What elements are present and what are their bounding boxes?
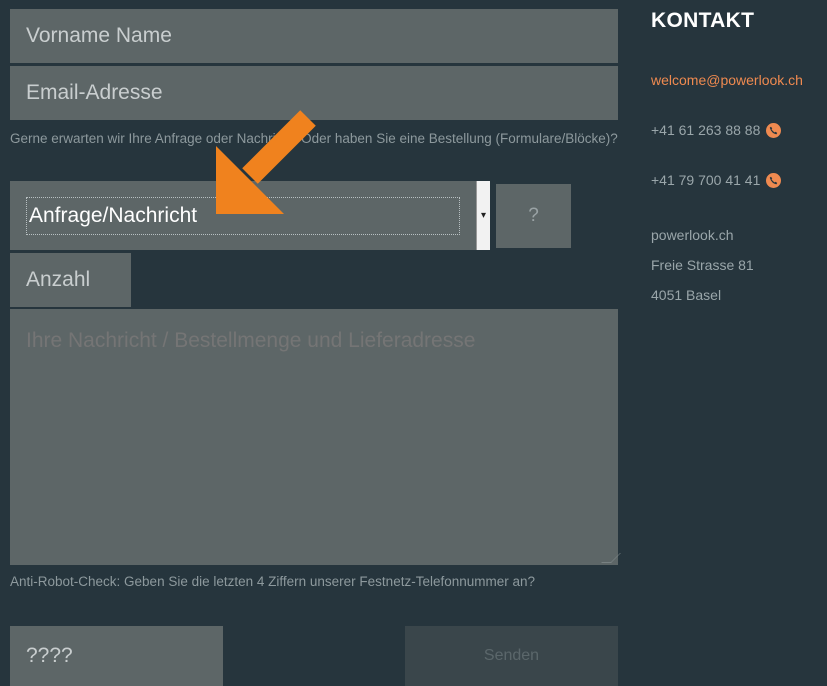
select-arrow-icon[interactable]: ▾ bbox=[476, 181, 490, 250]
phone-number: +41 61 263 88 88 bbox=[651, 122, 761, 138]
address-line: 4051 Basel bbox=[651, 287, 722, 303]
address-line: powerlook.ch bbox=[651, 227, 734, 243]
phone-icon bbox=[766, 172, 782, 188]
anti-robot-hint: Anti-Robot-Check: Geben Sie die letzten … bbox=[10, 574, 536, 589]
message-textarea[interactable] bbox=[10, 309, 618, 565]
kontakt-heading: KONTAKT bbox=[651, 9, 755, 32]
anti-robot-input[interactable] bbox=[10, 626, 223, 686]
quantity-input[interactable] bbox=[10, 253, 131, 307]
phone-row-mobile[interactable]: +41 79 700 41 41 bbox=[651, 172, 782, 188]
phone-number: +41 79 700 41 41 bbox=[651, 172, 761, 188]
address-line: Freie Strasse 81 bbox=[651, 257, 754, 273]
phone-row-landline[interactable]: +41 61 263 88 88 bbox=[651, 122, 782, 138]
orange-arrow-icon bbox=[216, 110, 316, 214]
phone-icon bbox=[766, 122, 782, 138]
contact-email-link[interactable]: welcome@powerlook.ch bbox=[651, 72, 803, 88]
name-input[interactable] bbox=[10, 9, 618, 63]
help-button[interactable]: ? bbox=[496, 184, 571, 248]
send-button[interactable]: Senden bbox=[405, 626, 618, 686]
